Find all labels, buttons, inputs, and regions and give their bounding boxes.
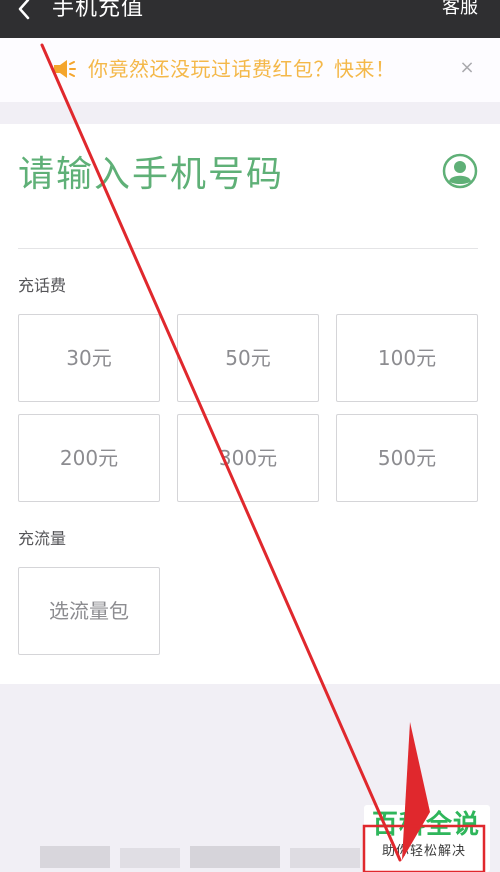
call-credit-section-label: 充话费 bbox=[18, 276, 67, 295]
customer-service-button[interactable]: 客服 bbox=[442, 0, 478, 23]
credit-option-500[interactable]: 500元 bbox=[336, 414, 478, 502]
recharge-card: 请输入手机号码 充话费 30元 50元 100元 200元 300元 500元 … bbox=[0, 124, 500, 684]
credit-option-100[interactable]: 100元 bbox=[336, 314, 478, 402]
page-title: 手机充值 bbox=[52, 0, 145, 21]
credit-option-300[interactable]: 300元 bbox=[177, 414, 319, 502]
speaker-icon bbox=[54, 60, 76, 78]
chevron-left-icon[interactable] bbox=[10, 0, 40, 24]
title-bar: 手机充值 客服 bbox=[0, 0, 500, 38]
blurred-bottom-content bbox=[40, 846, 360, 868]
credit-option-200[interactable]: 200元 bbox=[18, 414, 160, 502]
promo-notice-banner[interactable]: 你竟然还没玩过话费红包？快来！ × bbox=[0, 38, 500, 102]
watermark-logo: 百科全说 助你轻松解决 bbox=[364, 805, 490, 872]
watermark-subtitle: 助你轻松解决 bbox=[382, 844, 467, 859]
data-section-label: 充流量 bbox=[18, 529, 67, 548]
credit-option-30[interactable]: 30元 bbox=[18, 314, 160, 402]
divider bbox=[18, 248, 478, 249]
promo-notice-text[interactable]: 你竟然还没玩过话费红包？快来！ bbox=[88, 55, 396, 83]
data-package-button[interactable]: 选流量包 bbox=[18, 567, 160, 655]
credit-option-50[interactable]: 50元 bbox=[177, 314, 319, 402]
contact-person-icon[interactable] bbox=[442, 153, 478, 189]
close-icon[interactable]: × bbox=[455, 56, 479, 80]
watermark-title: 百科全说 bbox=[372, 810, 481, 840]
phone-number-input[interactable]: 请输入手机号码 bbox=[18, 152, 284, 198]
